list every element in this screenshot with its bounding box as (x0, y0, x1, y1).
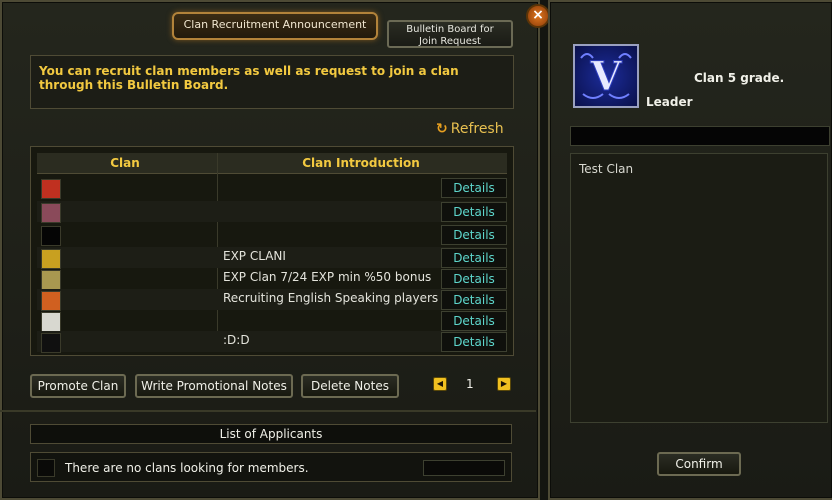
clan-crest-icon (41, 179, 61, 199)
tab-label-line2: Join Request (419, 36, 481, 47)
table-row: Recruiting English Speaking players Detai… (37, 289, 507, 311)
clan-introduction-text: :D:D (223, 333, 250, 347)
clan-table: Clan Clan Introduction Details Details Det… (30, 146, 514, 356)
details-button[interactable]: Details (441, 269, 507, 289)
delete-notes-button[interactable]: Delete Notes (301, 374, 399, 398)
notice-text: You can recruit clan members as well as … (30, 55, 514, 109)
row-background (37, 177, 507, 198)
details-button[interactable]: Details (441, 248, 507, 268)
table-header: Clan Clan Introduction (37, 153, 507, 174)
column-header-clan-introduction: Clan Introduction (302, 156, 420, 170)
page-number: 1 (466, 377, 474, 391)
table-row: EXP Clan 7/24 EXP min %50 bonus Details (37, 268, 507, 290)
table-row: Details (37, 201, 507, 223)
clan-grade: Clan 5 grade. (694, 71, 785, 85)
write-promotional-notes-button[interactable]: Write Promotional Notes (135, 374, 293, 398)
applicant-empty-message: There are no clans looking for members. (65, 461, 309, 475)
clan-crest-icon (41, 291, 61, 311)
clan-crest-icon (41, 333, 61, 353)
refresh-button[interactable]: ↻ Refresh (436, 121, 504, 137)
table-row: Details (37, 224, 507, 246)
arrow-left-icon[interactable]: ◀ (433, 377, 447, 391)
tab-bulletin-board-join-request[interactable]: Bulletin Board for Join Request (387, 20, 513, 48)
details-button[interactable]: Details (441, 311, 507, 331)
details-button[interactable]: Details (441, 178, 507, 198)
row-background (37, 331, 507, 352)
applicant-clan-icon (37, 459, 55, 477)
close-icon: × (532, 7, 544, 23)
emblem-letter: V (589, 53, 622, 100)
divider (0, 410, 536, 412)
tab-label-line1: Bulletin Board for (406, 24, 494, 35)
clan-role: Leader (646, 95, 693, 109)
clan-introduction-text: Recruiting English Speaking players (223, 291, 439, 305)
promote-clan-button[interactable]: Promote Clan (30, 374, 126, 398)
refresh-icon: ↻ (436, 121, 448, 137)
clan-notes-text: Test Clan (579, 162, 634, 176)
details-button[interactable]: Details (441, 290, 507, 310)
clan-crest-icon (41, 226, 61, 246)
tab-clan-recruitment-announcement[interactable]: Clan Recruitment Announcement (172, 12, 378, 40)
clan-emblem: V (573, 44, 639, 108)
table-row: Details (37, 310, 507, 332)
details-button[interactable]: Details (441, 332, 507, 352)
clan-crest-icon (41, 312, 61, 332)
details-button[interactable]: Details (441, 225, 507, 245)
clan-name-field (570, 126, 830, 146)
arrow-right-icon[interactable]: ▶ (497, 377, 511, 391)
close-button[interactable]: × (526, 4, 550, 28)
clan-introduction-text: EXP CLANI (223, 249, 286, 263)
clan-emblem-icon: V (580, 53, 632, 101)
confirm-button[interactable]: Confirm (657, 452, 741, 476)
table-row: :D:D Details (37, 331, 507, 353)
clan-notes-box: Test Clan (570, 153, 828, 423)
applicant-row: There are no clans looking for members. (30, 452, 512, 482)
row-background (37, 310, 507, 331)
clan-crest-icon (41, 249, 61, 269)
clan-crest-icon (41, 203, 61, 223)
table-row: EXP CLANI Details (37, 247, 507, 269)
clan-introduction-text: EXP Clan 7/24 EXP min %50 bonus (223, 270, 432, 284)
refresh-label: Refresh (450, 121, 504, 137)
clan-crest-icon (41, 270, 61, 290)
column-header-clan: Clan (110, 156, 140, 170)
row-background (37, 224, 507, 245)
applicant-status-bar (423, 460, 505, 476)
details-button[interactable]: Details (441, 202, 507, 222)
table-row: Details (37, 177, 507, 199)
applicants-header: List of Applicants (30, 424, 512, 444)
row-background (37, 201, 507, 222)
